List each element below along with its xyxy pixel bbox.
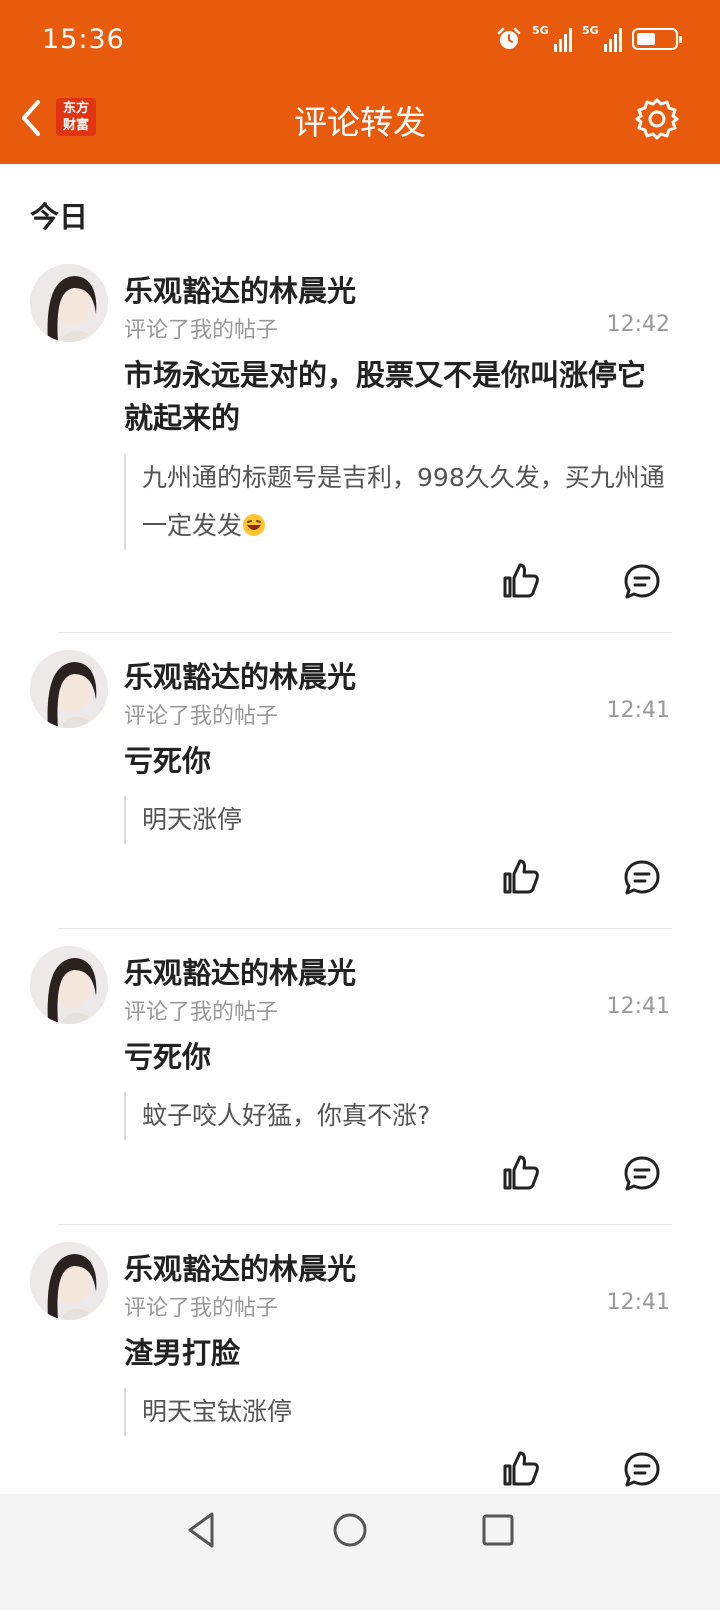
nav-back-icon[interactable] — [182, 1510, 222, 1550]
signal-icon-sim2: 5G — [582, 24, 622, 52]
author-name[interactable]: 乐观豁达的林晨光 — [124, 1246, 356, 1288]
action-text: 评论了我的帖子 — [124, 704, 279, 729]
system-nav-bar — [0, 1494, 720, 1610]
quoted-post-text: 明天宝钛涨停 — [142, 1397, 293, 1426]
battery-level — [637, 33, 655, 45]
comment-icon[interactable] — [622, 562, 662, 602]
author-name[interactable]: 乐观豁达的林晨光 — [124, 950, 356, 992]
signal-label-2: 5G — [582, 24, 599, 37]
comment-icon[interactable] — [622, 1154, 662, 1194]
action-text: 评论了我的帖子 — [124, 318, 279, 343]
avatar[interactable] — [30, 1242, 108, 1320]
avatar[interactable] — [30, 264, 108, 342]
app-header: 15:36 5G 5G 东方 财富 评论转发 — [0, 0, 720, 164]
like-icon[interactable] — [500, 1152, 542, 1194]
like-icon[interactable] — [500, 1448, 542, 1490]
comment-icon[interactable] — [622, 858, 662, 898]
comment-text[interactable]: 亏死你 — [124, 1036, 672, 1079]
signal-icon-sim1: 5G — [532, 24, 572, 52]
divider — [58, 928, 672, 929]
comment-text[interactable]: 亏死你 — [124, 740, 672, 783]
divider — [58, 1224, 672, 1225]
avatar[interactable] — [30, 946, 108, 1024]
section-label-today: 今日 — [30, 200, 89, 234]
quoted-post-text: 九州通的标题号是吉利，998久久发，买九州通一定发发 — [142, 463, 665, 540]
comment-icon[interactable] — [622, 1450, 662, 1490]
status-icons: 5G 5G — [496, 24, 682, 52]
like-icon[interactable] — [500, 856, 542, 898]
quoted-post[interactable]: 明天宝钛涨停 — [124, 1388, 672, 1436]
timestamp: 12:41 — [606, 994, 670, 1019]
avatar[interactable] — [30, 650, 108, 728]
quoted-post[interactable]: 蚊子咬人好猛，你真不涨? — [124, 1092, 672, 1140]
action-text: 评论了我的帖子 — [124, 1296, 279, 1321]
timestamp: 12:41 — [606, 1290, 670, 1315]
quoted-post-text: 蚊子咬人好猛，你真不涨? — [142, 1101, 431, 1130]
comment-text[interactable]: 市场永远是对的，股票又不是你叫涨停它就起来的 — [124, 354, 672, 440]
action-text: 评论了我的帖子 — [124, 1000, 279, 1025]
timestamp: 12:41 — [606, 698, 670, 723]
author-name[interactable]: 乐观豁达的林晨光 — [124, 268, 356, 310]
comment-text[interactable]: 渣男打脸 — [124, 1332, 672, 1375]
status-time: 15:36 — [42, 24, 125, 55]
nav-recents-icon[interactable] — [478, 1510, 518, 1550]
battery-icon — [632, 28, 682, 50]
divider — [58, 632, 672, 633]
alarm-icon — [497, 27, 521, 49]
gear-icon[interactable] — [634, 96, 680, 142]
like-icon[interactable] — [500, 560, 542, 602]
page-title: 评论转发 — [294, 103, 426, 142]
quoted-post-text: 明天涨停 — [142, 805, 243, 834]
quoted-post[interactable]: 明天涨停 — [124, 796, 672, 844]
nav-home-icon[interactable] — [330, 1510, 370, 1550]
timestamp: 12:42 — [606, 312, 670, 337]
laughing-emoji-icon — [243, 514, 266, 536]
quoted-post[interactable]: 九州通的标题号是吉利，998久久发，买九州通一定发发 — [124, 454, 672, 550]
signal-label-1: 5G — [532, 24, 549, 37]
author-name[interactable]: 乐观豁达的林晨光 — [124, 654, 356, 696]
